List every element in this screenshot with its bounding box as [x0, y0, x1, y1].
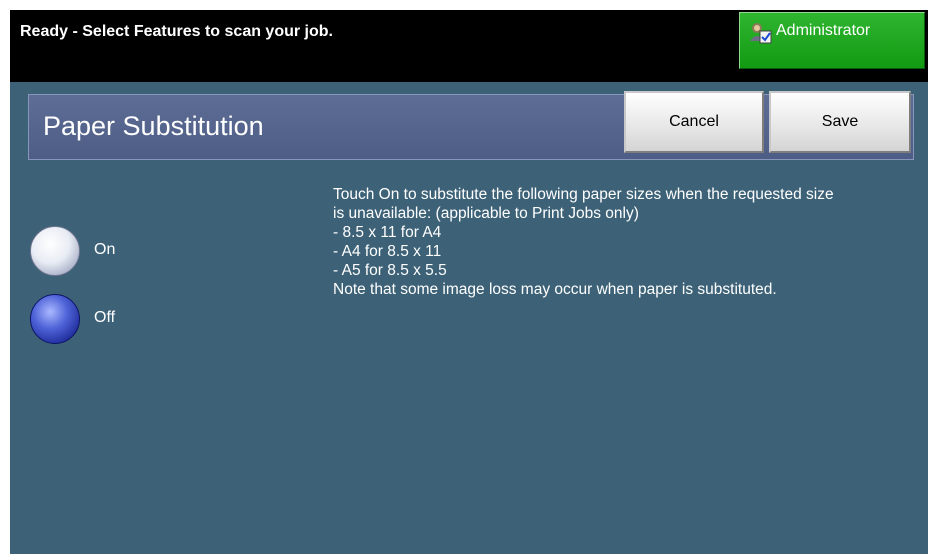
- save-button[interactable]: Save: [769, 91, 911, 153]
- cancel-button[interactable]: Cancel: [624, 91, 764, 153]
- off-radio-button[interactable]: [30, 294, 80, 344]
- description-line: Touch On to substitute the following pap…: [333, 186, 834, 203]
- administrator-icon: [749, 21, 773, 45]
- description-text: Touch On to substitute the following pap…: [333, 185, 913, 299]
- device-screen: Ready - Select Features to scan your job…: [10, 10, 928, 554]
- description-line: - A4 for 8.5 x 11: [333, 243, 442, 260]
- description-line: - A5 for 8.5 x 5.5: [333, 262, 447, 279]
- description-line: - 8.5 x 11 for A4: [333, 224, 442, 241]
- option-on[interactable]: On: [30, 226, 230, 282]
- on-label: On: [94, 241, 116, 258]
- on-radio-button[interactable]: [30, 226, 80, 276]
- description-line: Note that some image loss may occur when…: [333, 281, 777, 298]
- description-line: is unavailable: (applicable to Print Job…: [333, 205, 639, 222]
- off-label: Off: [94, 309, 116, 326]
- status-bar: Ready - Select Features to scan your job…: [10, 10, 928, 82]
- page-title: Paper Substitution: [43, 111, 264, 141]
- option-off[interactable]: Off: [30, 294, 230, 350]
- administrator-label: Administrator: [776, 22, 871, 39]
- administrator-button[interactable]: Administrator: [739, 12, 925, 69]
- content-area: Paper Substitution Cancel Save On Off To…: [10, 82, 928, 554]
- status-message: Ready - Select Features to scan your job…: [20, 23, 333, 40]
